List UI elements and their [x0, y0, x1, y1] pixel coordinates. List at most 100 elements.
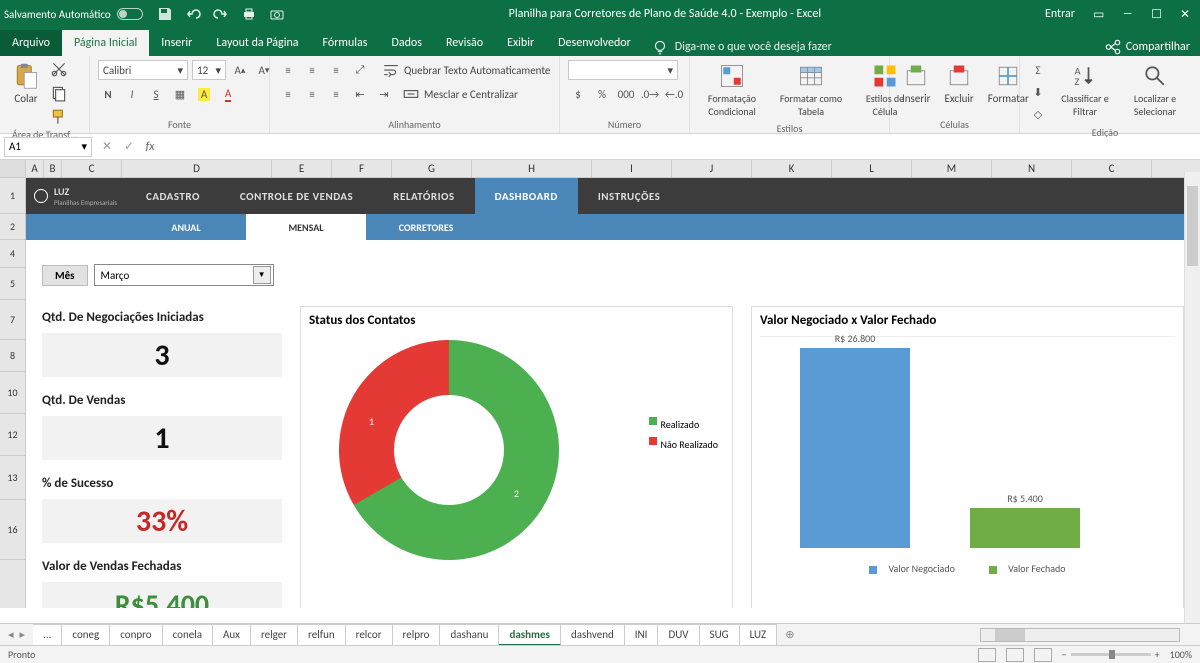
col-header[interactable]: A [26, 160, 44, 177]
undo-icon[interactable] [185, 6, 201, 22]
ribbon-display-icon[interactable]: ▭ [1093, 7, 1104, 22]
minimize-icon[interactable]: ― [1122, 7, 1133, 21]
sheet-tab[interactable]: Aux [213, 624, 251, 646]
maximize-icon[interactable]: ☐ [1151, 7, 1162, 22]
cut-icon[interactable] [50, 60, 68, 78]
accept-formula-icon[interactable]: ✓ [118, 139, 140, 154]
italic-icon[interactable]: I [122, 84, 142, 104]
subnav-item[interactable]: MENSAL [246, 214, 366, 240]
sheet-tab[interactable]: SUG [700, 624, 740, 646]
subnav-item[interactable]: ANUAL [126, 214, 246, 240]
name-box[interactable]: A1▾ [4, 137, 92, 157]
nav-item[interactable]: CADASTRO [126, 178, 220, 214]
insert-cells-button[interactable]: Inserir [898, 60, 935, 107]
increase-font-icon[interactable]: A▴ [230, 60, 250, 80]
formula-input[interactable] [160, 137, 1200, 157]
decrease-indent-icon[interactable]: ⇤ [350, 84, 370, 104]
col-header[interactable]: B [44, 160, 62, 177]
col-header[interactable]: G [392, 160, 472, 177]
autosum-icon[interactable]: Σ [1028, 60, 1048, 80]
row-header[interactable]: 13 [0, 456, 25, 500]
share-button[interactable]: Compartilhar [1104, 38, 1190, 56]
fill-icon[interactable]: ⬇ [1028, 82, 1048, 102]
nav-item[interactable]: DASHBOARD [475, 178, 578, 214]
bold-icon[interactable]: N [98, 84, 118, 104]
tab-layout[interactable]: Layout da Página [204, 30, 310, 56]
increase-indent-icon[interactable]: ⇥ [374, 84, 394, 104]
sort-filter-button[interactable]: AZClassificar e Filtrar [1054, 60, 1116, 120]
fx-icon[interactable]: fx [140, 140, 160, 154]
tab-data[interactable]: Dados [379, 30, 433, 56]
sheet-tab[interactable]: INI [625, 624, 659, 646]
sheet-tab[interactable]: conela [163, 624, 213, 646]
col-header[interactable]: H [472, 160, 592, 177]
tab-view[interactable]: Exibir [495, 30, 546, 56]
row-header[interactable]: 12 [0, 414, 25, 456]
col-header[interactable]: K [752, 160, 832, 177]
col-header[interactable]: I [592, 160, 672, 177]
page-break-icon[interactable] [1034, 648, 1052, 662]
cancel-formula-icon[interactable]: ✕ [96, 139, 118, 154]
tab-developer[interactable]: Desenvolvedor [546, 30, 643, 56]
signin-button[interactable]: Entrar [1045, 7, 1075, 21]
increase-decimal-icon[interactable]: .0→ [640, 84, 660, 104]
row-header[interactable]: 16 [0, 500, 25, 560]
col-header[interactable]: D [122, 160, 272, 177]
sheet-tab[interactable]: DUV [658, 624, 699, 646]
col-header[interactable]: N [992, 160, 1072, 177]
zoom-slider[interactable]: −+100% [1062, 648, 1192, 661]
nav-item[interactable]: CONTROLE DE VENDAS [220, 178, 373, 214]
sheet-tab[interactable]: dashanu [440, 624, 499, 646]
row-header[interactable]: 10 [0, 372, 25, 414]
sheet-nav-arrows[interactable]: ◂▸ [0, 628, 33, 641]
sheet-tab[interactable]: dashvend [561, 624, 625, 646]
align-top-icon[interactable]: ≡ [278, 60, 298, 80]
row-header[interactable]: 8 [0, 340, 25, 372]
col-header[interactable]: M [912, 160, 992, 177]
normal-view-icon[interactable] [978, 648, 996, 662]
subnav-item[interactable]: CORRETORES [366, 214, 486, 240]
sheet-tab[interactable]: relcor [346, 624, 393, 646]
sheet-tab[interactable]: coneg [62, 624, 110, 646]
col-header[interactable]: C [62, 160, 122, 177]
tab-insert[interactable]: Inserir [149, 30, 204, 56]
row-header[interactable]: 7 [0, 300, 25, 340]
tab-review[interactable]: Revisão [434, 30, 495, 56]
select-all-corner[interactable] [0, 160, 26, 177]
conditional-format-button[interactable]: Formatação Condicional [698, 60, 766, 120]
sheet-tab[interactable]: dashmes [499, 624, 561, 646]
col-header[interactable]: C [1072, 160, 1152, 177]
toggle-icon[interactable] [117, 8, 143, 20]
paste-button[interactable]: Colar [8, 60, 44, 107]
add-sheet-button[interactable]: ⊕ [777, 628, 802, 641]
format-table-button[interactable]: Formatar como Tabela [772, 60, 850, 120]
font-size-combo[interactable]: 12▾ [192, 60, 226, 80]
tell-me-search[interactable]: Diga-me o que você deseja fazer [651, 38, 832, 56]
find-select-button[interactable]: Localizar e Selecionar [1122, 60, 1188, 120]
horizontal-scrollbar[interactable] [980, 628, 1180, 642]
save-icon[interactable] [157, 6, 173, 22]
sheet-tab[interactable]: ... [33, 624, 62, 646]
col-header[interactable]: J [672, 160, 752, 177]
col-header[interactable]: E [272, 160, 332, 177]
col-header[interactable]: F [332, 160, 392, 177]
sheet-tab[interactable]: LUZ [740, 624, 778, 646]
row-header[interactable]: 4 [0, 240, 25, 268]
font-color-icon[interactable]: A [218, 84, 238, 104]
percent-icon[interactable]: % [592, 84, 612, 104]
decrease-decimal-icon[interactable]: ←.0 [664, 84, 684, 104]
sheet-tab[interactable]: conpro [110, 624, 162, 646]
camera-icon[interactable] [269, 6, 285, 22]
sheet-tab[interactable]: relfun [298, 624, 346, 646]
border-icon[interactable]: ▦ [170, 84, 190, 104]
delete-cells-button[interactable]: Excluir [941, 60, 978, 107]
format-painter-icon[interactable] [50, 108, 68, 126]
copy-icon[interactable] [50, 84, 68, 102]
comma-icon[interactable]: 000 [616, 84, 636, 104]
sheet-tab[interactable]: relpro [393, 624, 441, 646]
tab-home[interactable]: Página Inicial [62, 30, 149, 56]
merge-center-button[interactable]: Mesclar e Centralizar [402, 85, 518, 103]
wrap-text-button[interactable]: Quebrar Texto Automaticamente [382, 61, 550, 79]
align-center-icon[interactable]: ≡ [302, 84, 322, 104]
align-right-icon[interactable]: ≡ [326, 84, 346, 104]
